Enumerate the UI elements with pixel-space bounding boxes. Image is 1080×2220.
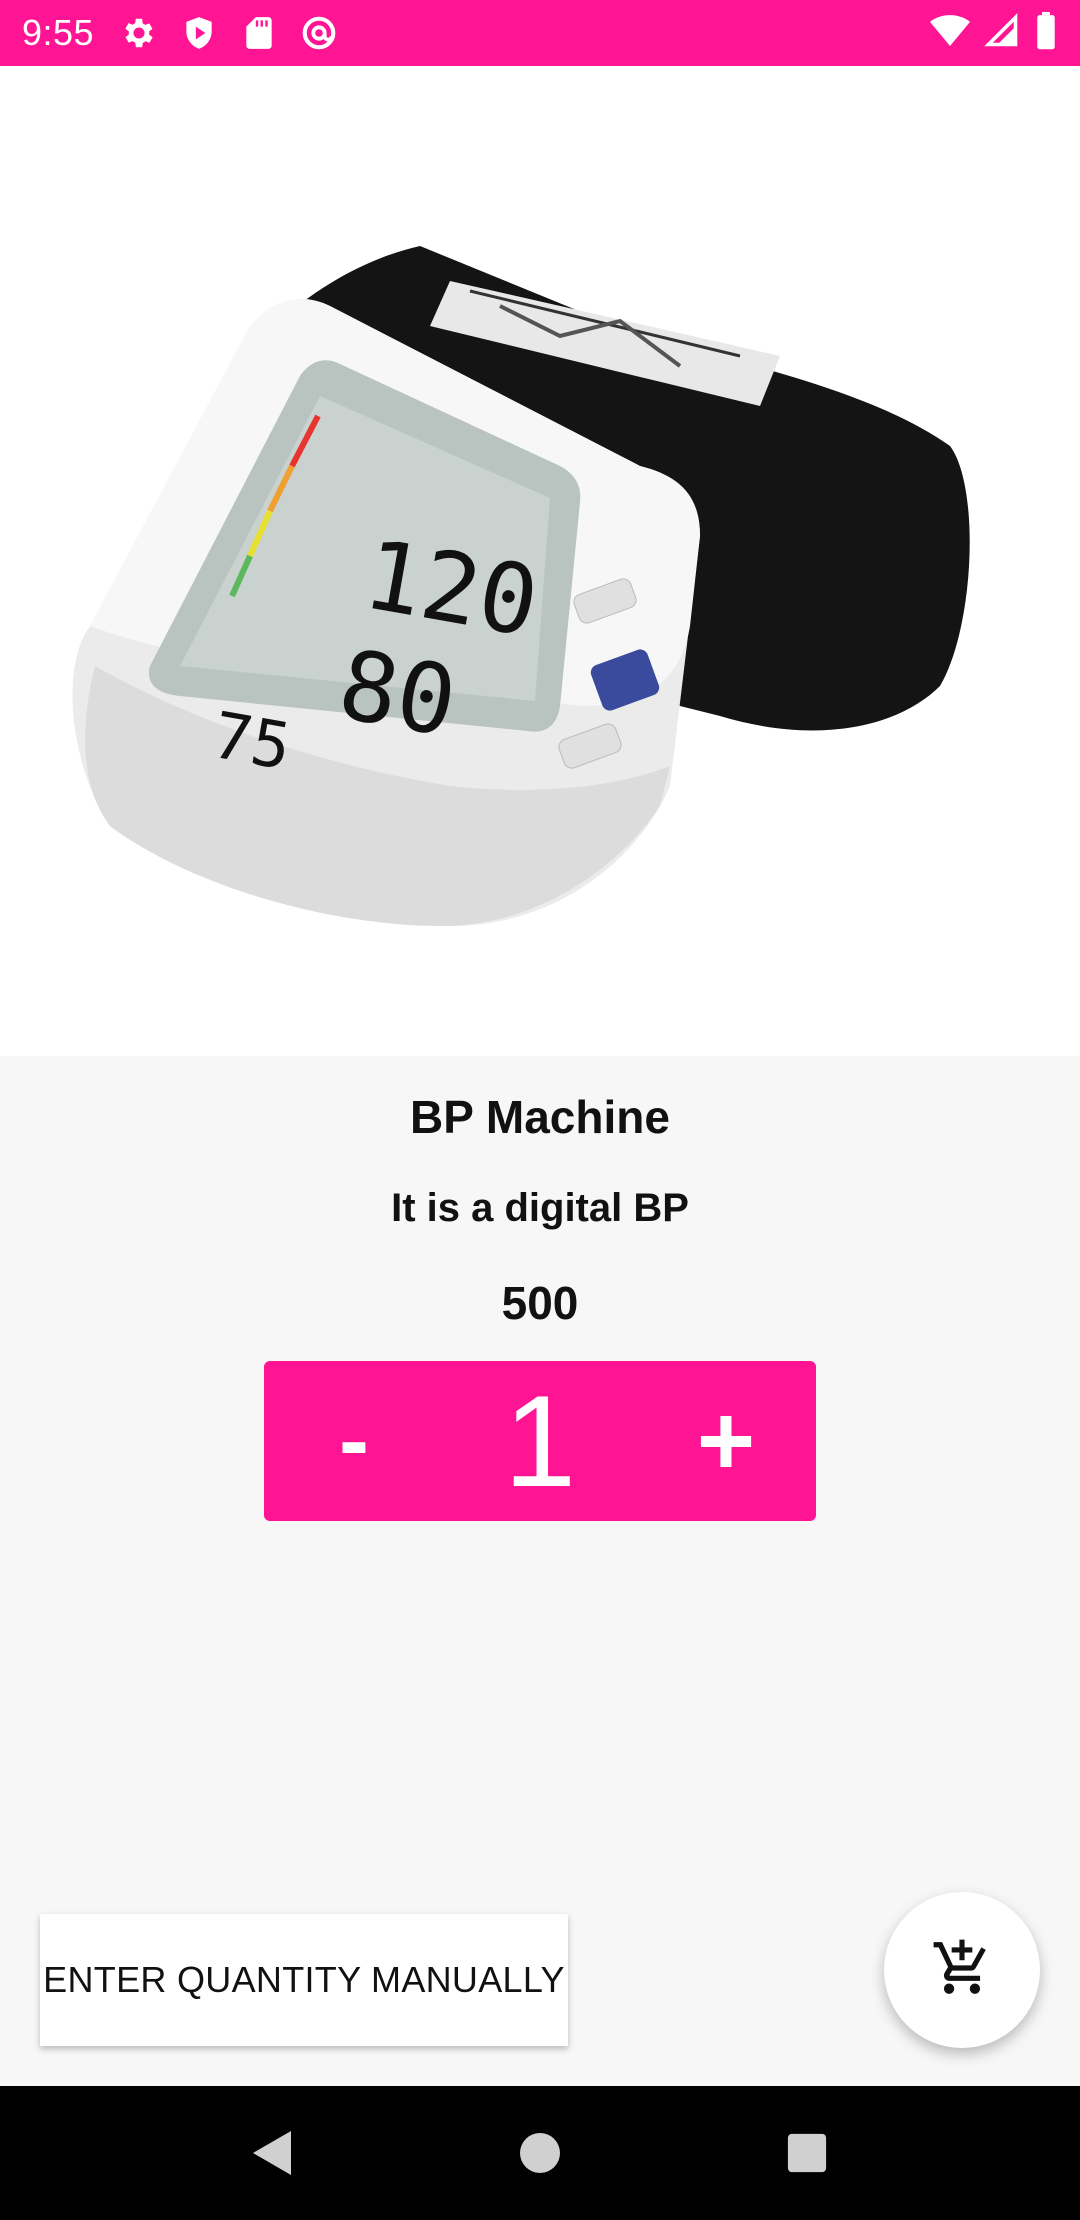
add-shopping-cart-icon	[931, 1937, 993, 2004]
back-icon[interactable]	[243, 2123, 303, 2183]
image-reading-dia: 80	[331, 628, 464, 758]
sd-card-icon	[240, 14, 278, 52]
blood-pressure-monitor-image: 120 80 75	[72, 246, 970, 927]
wifi-icon	[930, 13, 970, 54]
recents-icon[interactable]	[777, 2123, 837, 2183]
enter-quantity-manually-button[interactable]: ENTER QUANTITY MANUALLY	[40, 1914, 568, 2046]
navigation-bar	[0, 2086, 1080, 2220]
quantity-stepper: - 1 +	[264, 1361, 816, 1521]
status-icons-right	[930, 11, 1058, 55]
increase-quantity-button[interactable]: +	[636, 1361, 816, 1521]
battery-icon	[1034, 11, 1058, 55]
quantity-value: 1	[503, 1368, 577, 1514]
status-icons-left	[120, 14, 338, 52]
product-description: It is a digital BP	[391, 1186, 689, 1230]
at-sync-icon	[300, 14, 338, 52]
product-image: 120 80 75	[0, 66, 1080, 1056]
add-to-cart-button[interactable]	[884, 1892, 1040, 2048]
signal-icon	[984, 12, 1020, 54]
image-reading-pulse: 75	[207, 699, 296, 785]
shield-play-icon	[180, 14, 218, 52]
product-name: BP Machine	[410, 1091, 670, 1143]
decrease-quantity-button[interactable]: -	[264, 1361, 444, 1521]
settings-icon	[120, 14, 158, 52]
home-icon[interactable]	[510, 2123, 570, 2183]
product-price: 500	[501, 1277, 579, 1329]
status-bar: 9:55	[0, 0, 1080, 66]
status-time: 9:55	[22, 12, 95, 53]
